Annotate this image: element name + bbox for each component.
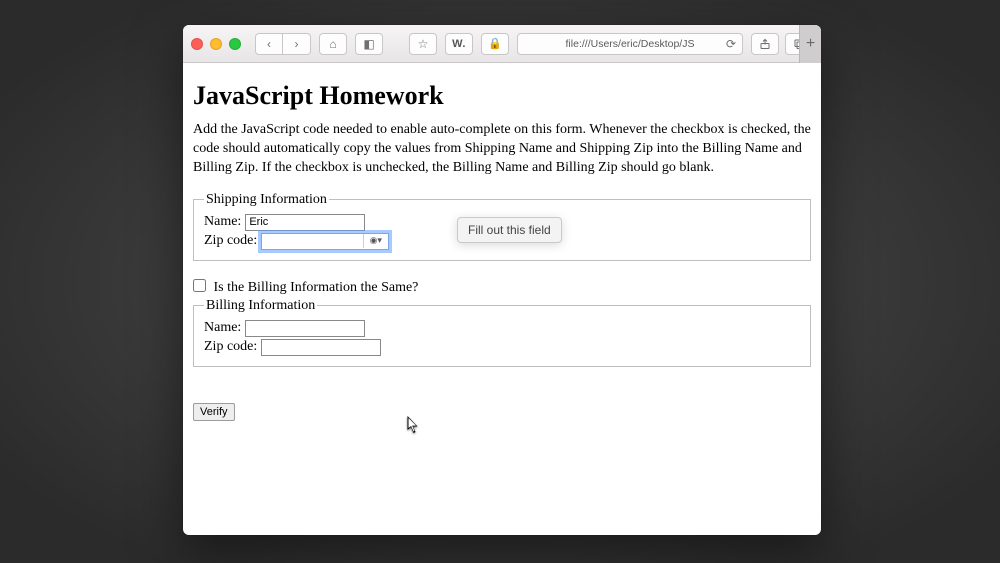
address-bar[interactable]: file:///Users/eric/Desktop/JS ⟳ xyxy=(517,33,743,55)
billing-fieldset: Billing Information Name: Zip code: xyxy=(193,298,811,367)
chevron-left-icon: ‹ xyxy=(267,37,271,51)
window-controls xyxy=(191,38,241,50)
verify-button[interactable]: Verify xyxy=(193,403,235,421)
page-content: JavaScript Homework Add the JavaScript c… xyxy=(183,63,821,433)
home-icon: ⌂ xyxy=(329,37,336,51)
w-icon: W. xyxy=(452,38,466,50)
same-info-row: Is the Billing Information the Same? xyxy=(193,279,811,296)
safari-window: ‹ › ⌂ ◧ ☆ W. 🔒 file:///Users/eric/Deskto… xyxy=(183,25,821,535)
minimize-window-button[interactable] xyxy=(210,38,222,50)
close-window-button[interactable] xyxy=(191,38,203,50)
star-icon: ☆ xyxy=(418,37,429,51)
billing-name-label: Name: xyxy=(204,320,241,336)
nav-buttons: ‹ › xyxy=(255,33,311,55)
lock-icon: 🔒 xyxy=(488,37,502,50)
validation-tooltip: Fill out this field xyxy=(457,217,562,243)
browser-toolbar: ‹ › ⌂ ◧ ☆ W. 🔒 file:///Users/eric/Deskto… xyxy=(183,25,821,63)
same-info-label: Is the Billing Information the Same? xyxy=(214,280,419,295)
page-title: JavaScript Homework xyxy=(193,81,811,111)
new-tab-button[interactable]: + xyxy=(799,25,821,63)
back-button[interactable]: ‹ xyxy=(255,33,283,55)
billing-legend: Billing Information xyxy=(204,298,317,314)
zoom-window-button[interactable] xyxy=(229,38,241,50)
address-text: file:///Users/eric/Desktop/JS xyxy=(566,38,695,50)
shipping-name-label: Name: xyxy=(204,214,241,230)
reload-icon[interactable]: ⟳ xyxy=(726,37,736,51)
sidebar-icon: ◧ xyxy=(363,37,374,51)
billing-zip-label: Zip code: xyxy=(204,339,257,355)
chevron-right-icon: › xyxy=(295,37,299,51)
favorites-button[interactable]: ☆ xyxy=(409,33,437,55)
wikipedia-bookmark[interactable]: W. xyxy=(445,33,473,55)
forward-button[interactable]: › xyxy=(283,33,311,55)
same-info-checkbox[interactable] xyxy=(193,279,206,292)
privacy-button[interactable]: 🔒 xyxy=(481,33,509,55)
shipping-name-input[interactable] xyxy=(245,214,365,231)
plus-icon: + xyxy=(806,35,815,53)
page-intro: Add the JavaScript code needed to enable… xyxy=(193,121,811,178)
share-icon xyxy=(759,38,771,50)
shipping-legend: Shipping Information xyxy=(204,192,329,208)
shipping-zip-label: Zip code: xyxy=(204,233,257,249)
sidebar-button[interactable]: ◧ xyxy=(355,33,383,55)
contacts-autofill-icon[interactable]: ◉▾ xyxy=(363,234,387,248)
billing-zip-input[interactable] xyxy=(261,339,381,356)
home-button[interactable]: ⌂ xyxy=(319,33,347,55)
share-button[interactable] xyxy=(751,33,779,55)
billing-name-input[interactable] xyxy=(245,320,365,337)
